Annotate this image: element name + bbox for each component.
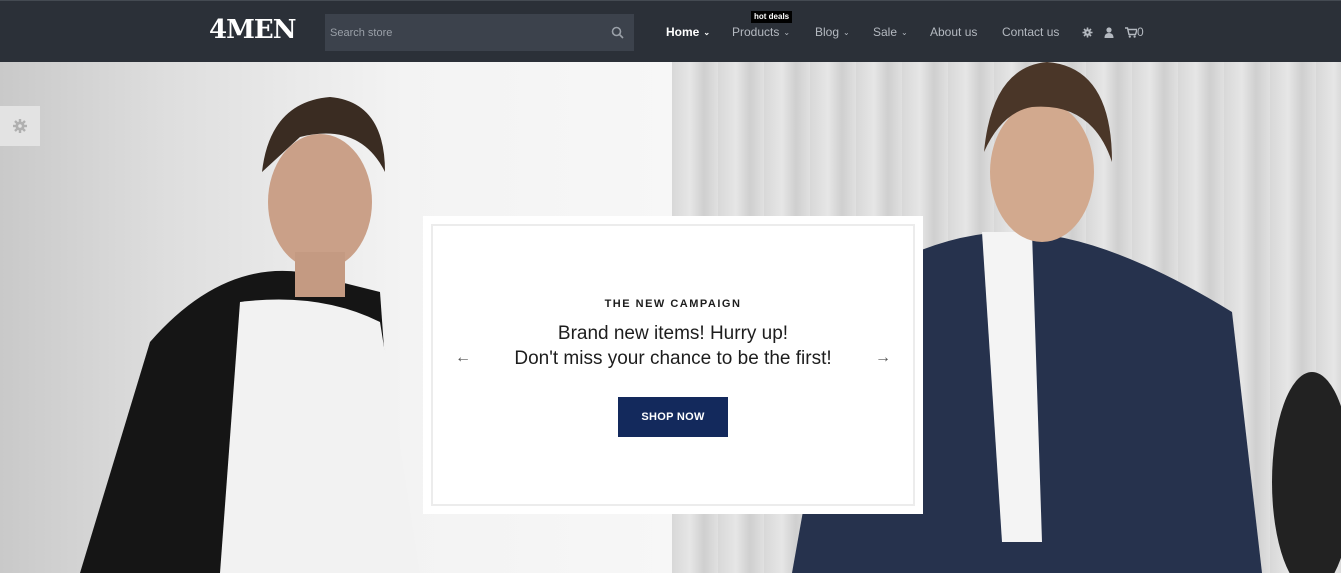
nav-contact-us[interactable]: Contact us bbox=[1002, 25, 1059, 39]
nav-sale[interactable]: Sale ⌄ bbox=[873, 25, 908, 39]
search-icon[interactable] bbox=[611, 26, 624, 39]
hero-slider: THE NEW CAMPAIGN Brand new items! Hurry … bbox=[0, 62, 1341, 573]
cart-count[interactable]: 0 bbox=[1137, 25, 1144, 39]
campaign-headline: Brand new items! Hurry up! Don't miss yo… bbox=[433, 321, 913, 371]
search-bar bbox=[325, 14, 634, 51]
site-logo[interactable]: 4MEN bbox=[209, 15, 296, 45]
chevron-down-icon: ⌄ bbox=[783, 28, 791, 37]
campaign-headline-line2: Don't miss your chance to be the first! bbox=[514, 348, 832, 369]
gear-icon[interactable] bbox=[1082, 27, 1093, 38]
campaign-card-frame: THE NEW CAMPAIGN Brand new items! Hurry … bbox=[431, 224, 915, 506]
nav-home[interactable]: Home ⌄ bbox=[666, 25, 710, 39]
nav-products-label: Products bbox=[732, 25, 780, 39]
prev-slide-arrow-icon[interactable]: ← bbox=[455, 349, 471, 367]
campaign-card: THE NEW CAMPAIGN Brand new items! Hurry … bbox=[423, 216, 923, 514]
nav-contact-label: Contact us bbox=[1002, 25, 1060, 39]
nav-blog[interactable]: Blog ⌄ bbox=[815, 25, 850, 39]
hot-deals-badge: hot deals bbox=[751, 11, 793, 23]
settings-panel-toggle[interactable] bbox=[0, 106, 40, 146]
chevron-down-icon: ⌄ bbox=[843, 28, 850, 37]
nav-about-label: About us bbox=[930, 25, 978, 39]
nav-home-label: Home bbox=[666, 25, 700, 39]
search-input[interactable] bbox=[325, 14, 595, 51]
shop-now-button[interactable]: SHOP NOW bbox=[618, 397, 728, 437]
campaign-headline-line1: Brand new items! Hurry up! bbox=[557, 323, 789, 344]
campaign-kicker: THE NEW CAMPAIGN bbox=[604, 298, 742, 310]
site-header: 4MEN hot deals Home⌄ Products⌄ Blog⌄ Sal… bbox=[0, 0, 1341, 62]
next-slide-arrow-icon[interactable]: → bbox=[875, 349, 891, 367]
chevron-down-icon: ⌄ bbox=[703, 28, 711, 37]
user-icon[interactable] bbox=[1104, 27, 1114, 38]
chevron-down-icon: ⌄ bbox=[901, 28, 908, 37]
gear-icon bbox=[13, 119, 27, 133]
nav-about-us[interactable]: About us bbox=[930, 25, 977, 39]
nav-products[interactable]: Products ⌄ bbox=[732, 25, 790, 39]
nav-sale-label: Sale bbox=[873, 25, 898, 39]
cart-icon[interactable] bbox=[1125, 27, 1137, 38]
nav-blog-label: Blog bbox=[815, 25, 840, 39]
